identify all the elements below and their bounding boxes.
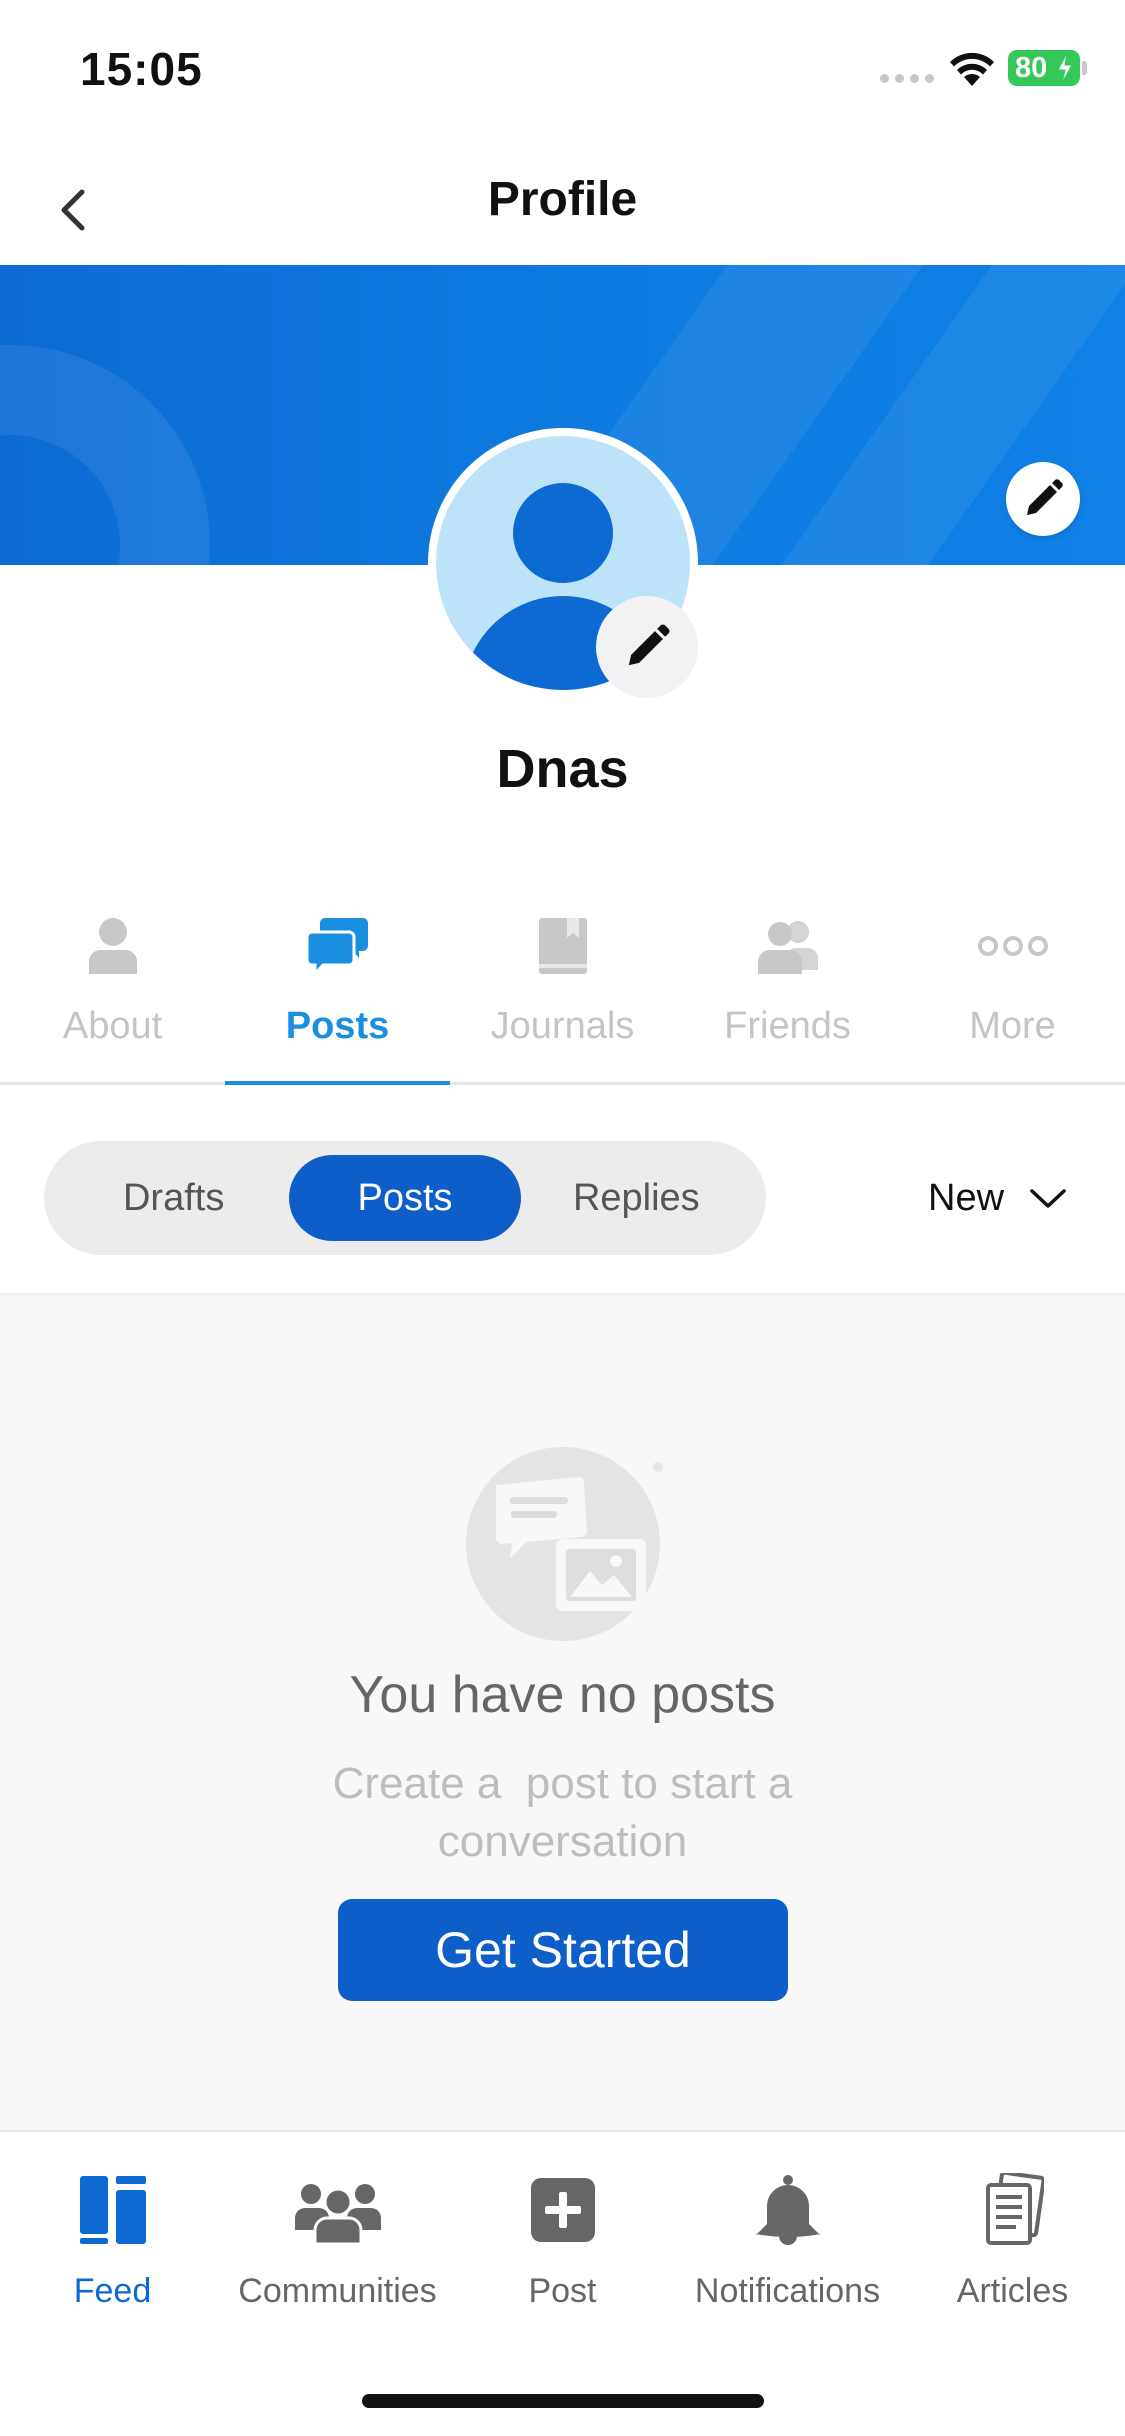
tab-more[interactable]: More	[900, 895, 1125, 1082]
tab-bar-label: Articles	[956, 2272, 1069, 2310]
charging-bolt-icon	[1057, 52, 1073, 84]
tab-articles[interactable]: Articles	[900, 2132, 1125, 2436]
segment-control: Drafts Posts Replies	[44, 1141, 766, 1255]
tab-bar-label: Feed	[73, 2272, 152, 2310]
profile-name: Dnas	[496, 739, 629, 799]
tab-label: Friends	[724, 1005, 851, 1047]
sort-label: New	[928, 1177, 1005, 1219]
page-title: Profile	[487, 173, 638, 226]
tab-label: Journals	[490, 1005, 635, 1047]
edit-cover-button[interactable]	[1006, 462, 1080, 536]
more-dots-icon	[977, 936, 1048, 956]
friends-icon	[757, 921, 818, 974]
status-bar: 15:05 80	[0, 0, 1125, 140]
empty-state-title: You have no posts	[349, 1666, 776, 1724]
tab-post[interactable]: Post	[450, 2132, 675, 2436]
chevron-down-icon	[1030, 1188, 1066, 1208]
bottom-tab-bar: Feed Communities Post Notifications Arti…	[0, 2132, 1125, 2436]
home-indicator	[362, 2394, 764, 2408]
add-post-icon	[530, 2178, 595, 2242]
tab-bar-label: Post	[528, 2272, 597, 2310]
battery-cap	[1082, 61, 1087, 75]
wifi-icon	[950, 52, 994, 86]
sort-dropdown[interactable]: New	[928, 1177, 1068, 1220]
profile-tabs: About Posts Journals Friends More	[0, 895, 1125, 1085]
tab-friends[interactable]: Friends	[675, 895, 900, 1082]
tab-journals[interactable]: Journals	[450, 895, 675, 1082]
banner-decoration	[0, 345, 210, 565]
battery-level: 80	[1015, 51, 1048, 84]
tab-label: More	[969, 1005, 1056, 1047]
tab-posts[interactable]: Posts	[225, 895, 450, 1085]
tab-label: About	[62, 1005, 163, 1047]
communities-icon	[294, 2184, 381, 2246]
cellular-signal-icon	[880, 74, 934, 83]
person-icon	[88, 918, 137, 974]
empty-state-subtitle: Create a post to start a conversation	[332, 1759, 805, 1866]
status-time: 15:05	[80, 43, 203, 95]
chat-bubbles-icon	[306, 918, 368, 976]
screen: 15:05 80 Profile Dnas About Posts Journa…	[0, 0, 1125, 2436]
pencil-icon	[1027, 479, 1063, 515]
posts-illustration-icon	[496, 1462, 663, 1611]
tab-communities[interactable]: Communities	[225, 2132, 450, 2436]
tab-about[interactable]: About	[0, 895, 225, 1082]
empty-state: You have no posts Create a post to start…	[0, 1295, 1125, 2132]
tab-feed[interactable]: Feed	[0, 2132, 225, 2436]
tab-label: Posts	[285, 1005, 390, 1047]
segment-posts[interactable]: Posts	[289, 1155, 521, 1241]
segment-drafts[interactable]: Drafts	[58, 1155, 289, 1241]
empty-posts-illustration	[466, 1447, 663, 1641]
nav-header: Profile	[0, 140, 1125, 265]
book-icon	[538, 918, 587, 974]
tab-bar-label: Communities	[238, 2272, 437, 2310]
edit-avatar-button[interactable]	[596, 596, 698, 698]
bell-icon	[754, 2175, 821, 2245]
tab-notifications[interactable]: Notifications	[675, 2132, 900, 2436]
segment-replies[interactable]: Replies	[521, 1155, 752, 1241]
filter-row: Drafts Posts Replies New	[0, 1085, 1125, 1295]
feed-icon	[79, 2176, 146, 2244]
articles-icon	[985, 2173, 1044, 2245]
pencil-icon	[628, 624, 670, 666]
tab-bar-label: Notifications	[694, 2272, 881, 2310]
get-started-button[interactable]: Get Started	[338, 1899, 788, 2001]
